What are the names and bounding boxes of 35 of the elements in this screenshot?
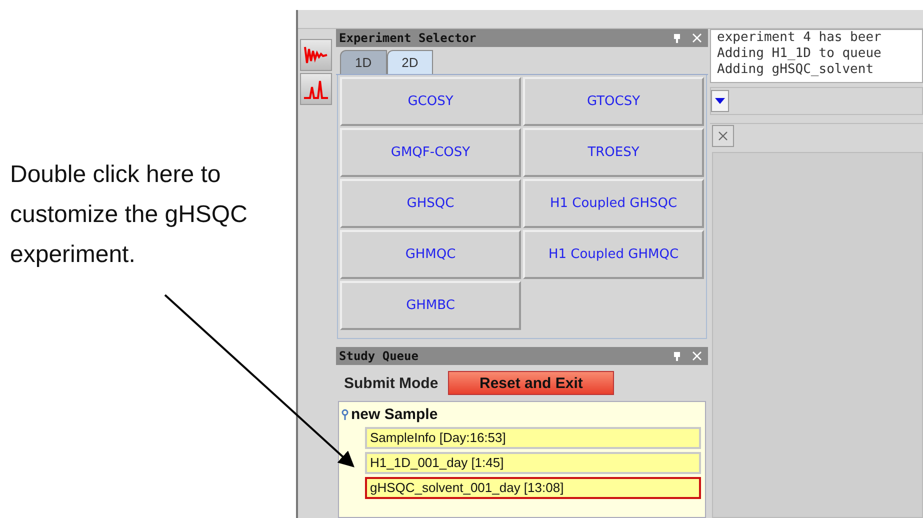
peaks-icon[interactable]	[300, 73, 332, 105]
close-button[interactable]	[712, 125, 734, 147]
dropdown-button[interactable]	[711, 90, 729, 112]
experiment-button[interactable]: GCOSY	[340, 77, 521, 126]
mode-label: Submit Mode	[344, 374, 438, 392]
experiment-button[interactable]: GMQF-COSY	[340, 128, 521, 177]
log-line: Adding H1_1D to queue	[717, 46, 882, 62]
panel-title: Experiment Selector	[339, 31, 476, 45]
tab[interactable]: 2D	[386, 50, 434, 74]
queue-item[interactable]: SampleInfo [Day:16:53]	[365, 427, 701, 449]
caret-icon	[715, 98, 725, 104]
close-icon[interactable]	[692, 33, 702, 43]
experiment-button[interactable]: GHMBC	[340, 281, 521, 330]
dropdown-field[interactable]	[710, 87, 923, 115]
close-icon[interactable]	[692, 351, 702, 361]
experiment-button[interactable]: H1 Coupled GHSQC	[523, 179, 704, 228]
close-icon	[718, 131, 728, 141]
pin-icon[interactable]	[672, 33, 682, 43]
experiment-button[interactable]: GHMQC	[340, 230, 521, 279]
experiment-button[interactable]: TROESY	[523, 128, 704, 177]
annotation-text: Double click here to customize the gHSQC experiment.	[10, 160, 248, 270]
experiment-button[interactable]: GTOCSY	[523, 77, 704, 126]
key-icon	[341, 408, 349, 420]
panel-title: Study Queue	[339, 349, 418, 363]
sample-node[interactable]: new Sample	[351, 406, 438, 423]
queue-item[interactable]: H1_1D_001_day [1:45]	[365, 452, 701, 474]
reset-button[interactable]: Reset and Exit	[448, 371, 614, 395]
experiment-button[interactable]: H1 Coupled GHMQC	[523, 230, 704, 279]
experiment-button[interactable]: GHSQC	[340, 179, 521, 228]
queue-item[interactable]: gHSQC_solvent_001_day [13:08]	[365, 477, 701, 499]
spectrum-icon[interactable]	[300, 39, 332, 71]
log-line: experiment 4 has beer	[717, 30, 882, 46]
pin-icon[interactable]	[672, 351, 682, 361]
log-line: Adding gHSQC_solvent	[717, 62, 875, 78]
tab[interactable]: 1D	[340, 50, 387, 74]
